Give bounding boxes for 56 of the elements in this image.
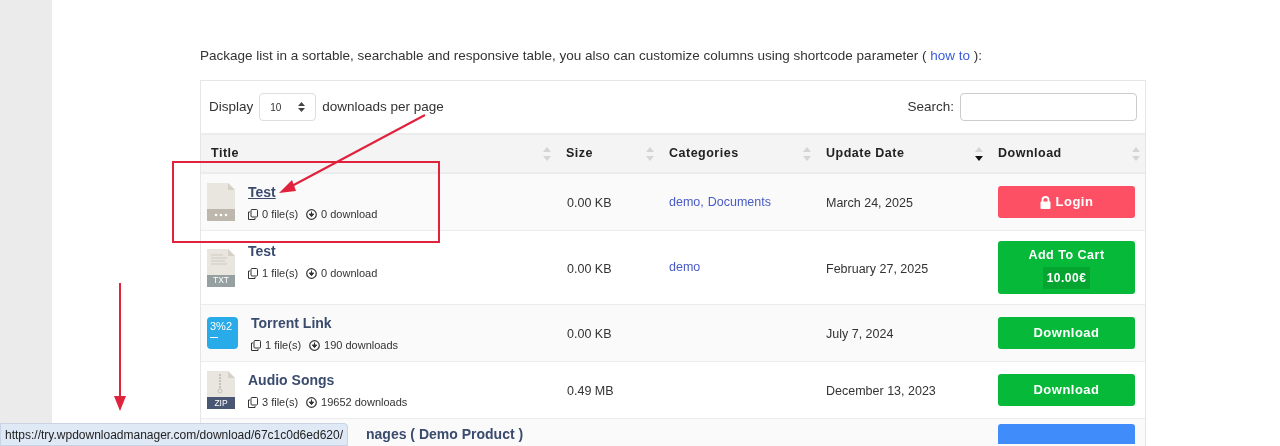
column-header[interactable]: Download: [998, 144, 1062, 163]
copy-icon: [251, 339, 261, 351]
action-button[interactable]: [998, 424, 1135, 444]
package-title-link[interactable]: Test: [248, 181, 276, 203]
search-field[interactable]: [960, 93, 1137, 121]
download-circle-icon: [306, 268, 318, 279]
column-header[interactable]: Size: [566, 144, 593, 163]
date-text: December 13, 2023: [826, 384, 936, 398]
page-size-select[interactable]: 10: [259, 93, 317, 121]
intro-text: Package list in a sortable, searchable and responsive table, you also can customize columns using shortcode parameter ( how to ):: [200, 47, 983, 65]
copy-icon: [248, 268, 258, 279]
copy-icon: [248, 396, 258, 408]
updown-icon: [298, 102, 306, 112]
icon-label: 3%2: [210, 319, 233, 333]
download-circle-icon: [306, 208, 318, 220]
size-text: 0.00 KB: [567, 327, 612, 341]
display-suffix: downloads per page: [322, 97, 444, 116]
download-count: 0 download: [321, 206, 378, 222]
package-title-link[interactable]: Torrent Link: [251, 312, 332, 334]
size-text: 0.00 KB: [567, 196, 612, 210]
file-count: 1 file(s): [262, 266, 299, 282]
package-title-link[interactable]: Audio Songs: [248, 369, 335, 391]
file-icon: [207, 183, 235, 221]
download-circle-icon: [309, 339, 321, 351]
size-text: 0.00 KB: [567, 261, 612, 276]
price-badge: 10.00€: [1042, 267, 1091, 290]
search-label: Search:: [907, 97, 954, 116]
status-bar-url: https://try.wpdownloadmanager.com/download/67c1c0d6ed620/: [0, 423, 348, 446]
how-to-link[interactable]: how to: [930, 48, 970, 63]
icon-label: TXT: [211, 274, 231, 287]
date-text: July 7, 2024: [826, 327, 894, 341]
sort-icon[interactable]: [974, 145, 984, 162]
category-link[interactable]: demo,: [669, 194, 704, 209]
file-icon: [207, 248, 235, 287]
package-title-link[interactable]: Test: [248, 241, 276, 263]
file-count: 3 file(s): [262, 394, 299, 410]
column-header[interactable]: Categories: [669, 144, 739, 163]
file-count: 1 file(s): [265, 337, 302, 353]
lock-icon: [1039, 195, 1051, 209]
size-text: 0.49 MB: [567, 384, 614, 398]
category-link[interactable]: Documents: [707, 194, 771, 209]
download-count: 19652 downloads: [321, 394, 408, 410]
category-link[interactable]: demo: [669, 260, 701, 275]
display-label: Display: [209, 97, 254, 116]
date-text: March 24, 2025: [826, 196, 913, 210]
date-text: February 27, 2025: [826, 261, 929, 276]
file-icon: [207, 371, 235, 409]
download-count: 190 downloads: [324, 337, 399, 353]
package-title-link[interactable]: nages ( Demo Product ): [366, 426, 524, 442]
download-circle-icon: [306, 396, 318, 408]
column-header[interactable]: Title: [211, 144, 239, 163]
column-header[interactable]: Update Date: [826, 144, 905, 163]
download-count: 0 download: [321, 266, 378, 282]
file-count: 0 file(s): [262, 206, 299, 222]
copy-icon: [248, 208, 258, 220]
icon-label: ZIP: [213, 397, 229, 409]
